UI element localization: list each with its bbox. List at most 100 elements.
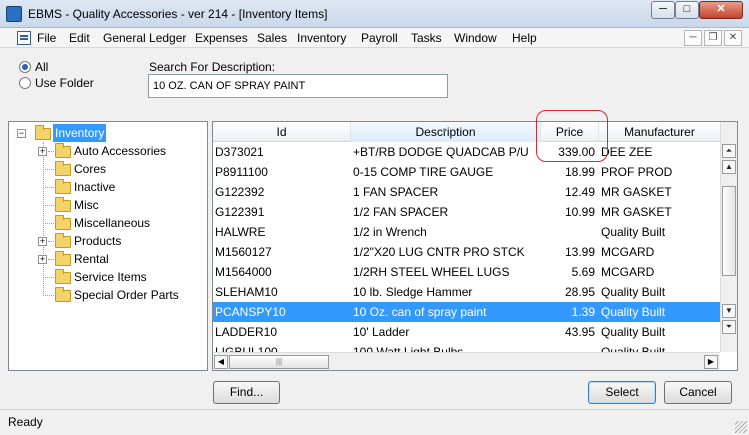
cell-price: 43.95 bbox=[564, 325, 595, 339]
folder-icon bbox=[55, 233, 71, 248]
document-icon[interactable] bbox=[17, 31, 31, 45]
close-button[interactable]: ✕ bbox=[699, 1, 743, 19]
menu-sales[interactable]: Sales bbox=[257, 31, 287, 45]
table-row[interactable]: LIGBUL100 100 Watt Light Bulbs Quality B… bbox=[213, 342, 720, 352]
scroll-bottom-icon[interactable]: ⏷ bbox=[722, 320, 736, 334]
horizontal-scrollbar[interactable]: ◀ ||| ▶ bbox=[213, 352, 720, 370]
horizontal-scroll-thumb[interactable]: ||| bbox=[229, 355, 329, 369]
cell-description: 1 FAN SPACER bbox=[353, 185, 439, 199]
folder-icon bbox=[55, 143, 71, 158]
search-input[interactable] bbox=[148, 74, 448, 98]
cell-description: 10' Ladder bbox=[353, 325, 410, 339]
expand-toggle[interactable]: + bbox=[38, 147, 47, 156]
tree-label[interactable]: Cores bbox=[74, 160, 106, 178]
mdi-restore-button[interactable]: ❐ bbox=[704, 30, 722, 46]
cell-description: 10 lb. Sledge Hammer bbox=[353, 285, 473, 299]
menu-help[interactable]: Help bbox=[512, 31, 537, 45]
table-row[interactable]: LADDER10 10' Ladder 43.95 Quality Built bbox=[213, 322, 720, 342]
mdi-close-button[interactable]: ✕ bbox=[724, 30, 742, 46]
column-header-id[interactable]: Id bbox=[213, 122, 351, 142]
cancel-button[interactable]: Cancel bbox=[664, 381, 732, 404]
maximize-button[interactable]: □ bbox=[675, 1, 699, 19]
tree-item-rental[interactable]: + Rental bbox=[9, 250, 207, 268]
tree-item-auto-accessories[interactable]: + Auto Accessories bbox=[9, 142, 207, 160]
cell-id: M1560127 bbox=[215, 245, 272, 259]
vertical-scroll-thumb[interactable] bbox=[722, 186, 736, 276]
menu-window[interactable]: Window bbox=[454, 31, 497, 45]
vertical-scrollbar[interactable]: ⏶ ▲ ▼ ⏷ bbox=[720, 122, 737, 352]
radio-use-folder[interactable] bbox=[19, 77, 31, 89]
minimize-button[interactable]: ─ bbox=[651, 1, 675, 19]
cell-price bbox=[541, 222, 595, 242]
column-header-description[interactable]: ▾ Description bbox=[351, 122, 541, 142]
table-row[interactable]: D373021 +BT/RB DODGE QUADCAB P/U 339.00 … bbox=[213, 142, 720, 162]
table-row[interactable]: HALWRE 1/2 in Wrench Quality Built bbox=[213, 222, 720, 242]
resize-grip-icon[interactable] bbox=[735, 421, 747, 433]
table-row[interactable]: M1560127 1/2"X20 LUG CNTR PRO STCK 13.99… bbox=[213, 242, 720, 262]
radio-all-label[interactable]: All bbox=[35, 60, 48, 74]
cell-manufacturer: MR GASKET bbox=[601, 205, 672, 219]
find-button[interactable]: Find... bbox=[213, 381, 280, 404]
tree-item-service-items[interactable]: Service Items bbox=[9, 268, 207, 286]
tree-item-inactive[interactable]: Inactive bbox=[9, 178, 207, 196]
tree-label[interactable]: Auto Accessories bbox=[74, 142, 166, 160]
title-bar: EBMS - Quality Accessories - ver 214 - [… bbox=[0, 0, 749, 28]
app-icon bbox=[6, 6, 22, 22]
grid-header: Id ▾ Description Price Manufacturer bbox=[213, 122, 720, 142]
cell-manufacturer: DEE ZEE bbox=[601, 145, 653, 159]
mdi-minimize-button[interactable]: ─ bbox=[684, 30, 702, 46]
scroll-left-icon[interactable]: ◀ bbox=[214, 355, 228, 369]
tree-label[interactable]: Rental bbox=[74, 250, 109, 268]
menu-expenses[interactable]: Expenses bbox=[195, 31, 248, 45]
expand-toggle[interactable]: + bbox=[38, 237, 47, 246]
tree-label[interactable]: Special Order Parts bbox=[74, 286, 179, 304]
tree-label[interactable]: Service Items bbox=[74, 268, 147, 286]
radio-all[interactable] bbox=[19, 61, 31, 73]
price-highlight-annotation bbox=[536, 110, 608, 162]
folder-icon bbox=[55, 179, 71, 194]
table-row[interactable]: G122392 1 FAN SPACER 12.49 MR GASKET bbox=[213, 182, 720, 202]
tree-item-inventory[interactable]: − Inventory bbox=[9, 124, 207, 142]
scroll-up-icon[interactable]: ▲ bbox=[722, 160, 736, 174]
table-row[interactable]: SLEHAM10 10 lb. Sledge Hammer 28.95 Qual… bbox=[213, 282, 720, 302]
folder-icon bbox=[55, 197, 71, 212]
tree-label[interactable]: Misc bbox=[74, 196, 99, 214]
tree-item-miscellaneous[interactable]: Miscellaneous bbox=[9, 214, 207, 232]
table-row-selected[interactable]: PCANSPY10 10 Oz. can of spray paint 1.39… bbox=[213, 302, 720, 322]
menu-edit[interactable]: Edit bbox=[69, 31, 90, 45]
select-button[interactable]: Select bbox=[588, 381, 656, 404]
scroll-down-icon[interactable]: ▼ bbox=[722, 304, 736, 318]
menu-payroll[interactable]: Payroll bbox=[361, 31, 398, 45]
scroll-top-icon[interactable]: ⏶ bbox=[722, 144, 736, 158]
cell-id: G122391 bbox=[215, 205, 265, 219]
tree-label[interactable]: Products bbox=[74, 232, 121, 250]
expand-toggle[interactable]: + bbox=[38, 255, 47, 264]
menu-tasks[interactable]: Tasks bbox=[411, 31, 442, 45]
tree-item-special-order-parts[interactable]: Special Order Parts bbox=[9, 286, 207, 304]
table-row[interactable]: G122391 1/2 FAN SPACER 10.99 MR GASKET bbox=[213, 202, 720, 222]
cell-manufacturer: Quality Built bbox=[601, 225, 666, 239]
folder-icon bbox=[55, 287, 71, 302]
radio-use-folder-label[interactable]: Use Folder bbox=[35, 76, 94, 90]
tree-item-cores[interactable]: Cores bbox=[9, 160, 207, 178]
cell-description: 1/2RH STEEL WHEEL LUGS bbox=[353, 265, 510, 279]
folder-icon bbox=[55, 161, 71, 176]
table-row[interactable]: P8911100 0-15 COMP TIRE GAUGE 18.99 PROF… bbox=[213, 162, 720, 182]
scroll-right-icon[interactable]: ▶ bbox=[704, 355, 718, 369]
menu-inventory[interactable]: Inventory bbox=[297, 31, 346, 45]
cell-description: 100 Watt Light Bulbs bbox=[353, 345, 464, 352]
tree-label[interactable]: Inventory bbox=[53, 124, 107, 142]
tree-item-products[interactable]: + Products bbox=[9, 232, 207, 250]
tree-label[interactable]: Inactive bbox=[74, 178, 115, 196]
table-row[interactable]: M1564000 1/2RH STEEL WHEEL LUGS 5.69 MCG… bbox=[213, 262, 720, 282]
menu-bar: File Edit General Ledger Expenses Sales … bbox=[0, 28, 749, 48]
tree-item-misc[interactable]: Misc bbox=[9, 196, 207, 214]
menu-file[interactable]: File bbox=[37, 31, 56, 45]
collapse-toggle[interactable]: − bbox=[17, 129, 26, 138]
tree-label[interactable]: Miscellaneous bbox=[74, 214, 150, 232]
cell-price: 1.39 bbox=[571, 305, 595, 319]
column-header-manufacturer[interactable]: Manufacturer bbox=[599, 122, 720, 142]
cell-id: SLEHAM10 bbox=[215, 285, 278, 299]
cell-id: D373021 bbox=[215, 145, 264, 159]
menu-general-ledger[interactable]: General Ledger bbox=[103, 31, 186, 45]
